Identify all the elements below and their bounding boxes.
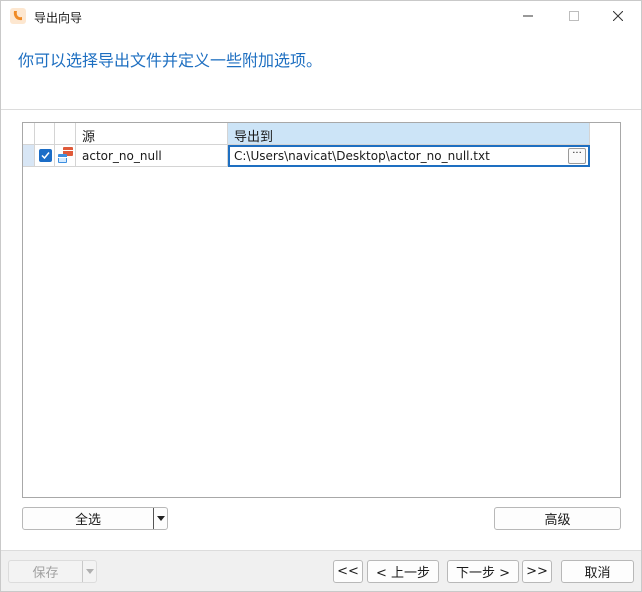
browse-button[interactable]: ··· bbox=[568, 148, 586, 164]
chevron-down-icon bbox=[85, 569, 94, 574]
export-path-value[interactable]: C:\Users\navicat\Desktop\actor_no_null.t… bbox=[234, 149, 490, 163]
column-header-export-to[interactable]: 导出到 bbox=[228, 123, 590, 145]
header-divider bbox=[1, 109, 641, 110]
last-step-label: >> bbox=[526, 564, 548, 579]
navicat-logo-icon bbox=[10, 8, 26, 24]
save-button[interactable]: 保存 bbox=[8, 560, 97, 583]
header-check-cell bbox=[35, 123, 55, 145]
next-step-label: 下一步 > bbox=[455, 566, 511, 581]
column-header-source[interactable]: 源 bbox=[76, 123, 228, 145]
close-icon bbox=[613, 11, 623, 21]
header-icon-cell bbox=[55, 123, 76, 145]
previous-step-label: < 上一步 bbox=[375, 566, 431, 581]
row-checkbox[interactable] bbox=[39, 149, 52, 162]
source-cell[interactable]: actor_no_null bbox=[76, 145, 228, 167]
window-title: 导出向导 bbox=[34, 11, 83, 25]
first-step-label: << bbox=[337, 564, 359, 579]
maximize-icon bbox=[569, 11, 579, 21]
table-icon bbox=[58, 147, 73, 163]
advanced-label: 高级 bbox=[544, 513, 571, 528]
advanced-button[interactable]: 高级 bbox=[494, 507, 621, 530]
save-label: 保存 bbox=[32, 566, 59, 581]
export-file-grid[interactable]: 源 导出到 actor_no_null C:\Users\navicat\Des… bbox=[22, 122, 621, 498]
cancel-label: 取消 bbox=[584, 566, 611, 581]
column-header-export-to-label: 导出到 bbox=[234, 130, 274, 145]
minimize-icon bbox=[523, 15, 533, 17]
row-indicator[interactable] bbox=[23, 145, 35, 167]
minimize-button[interactable] bbox=[505, 1, 551, 31]
close-button[interactable] bbox=[595, 1, 641, 31]
previous-step-button[interactable]: < 上一步 bbox=[367, 560, 439, 583]
select-all-label: 全选 bbox=[74, 513, 101, 528]
instruction-heading: 你可以选择导出文件并定义一些附加选项。 bbox=[18, 51, 323, 70]
checkmark-icon bbox=[41, 152, 50, 160]
chevron-down-icon bbox=[156, 516, 165, 521]
select-all-button[interactable]: 全选 bbox=[22, 507, 168, 530]
row-icon-cell bbox=[55, 145, 76, 167]
cancel-button[interactable]: 取消 bbox=[561, 560, 634, 583]
save-dropdown[interactable] bbox=[82, 561, 96, 582]
header-indicator-cell bbox=[23, 123, 35, 145]
maximize-button bbox=[551, 1, 597, 31]
next-step-button[interactable]: 下一步 > bbox=[447, 560, 519, 583]
export-path-cell[interactable]: C:\Users\navicat\Desktop\actor_no_null.t… bbox=[228, 145, 590, 167]
export-wizard-window: 导出向导 你可以选择导出文件并定义一些附加选项。 源 导出到 actor_no_… bbox=[0, 0, 642, 592]
title-bar: 导出向导 bbox=[1, 1, 641, 31]
last-step-button[interactable]: >> bbox=[522, 560, 552, 583]
footer-bar: 保存 << < 上一步 下一步 > >> 取消 bbox=[1, 550, 641, 591]
column-header-source-label: 源 bbox=[82, 130, 96, 145]
select-all-dropdown[interactable] bbox=[153, 508, 167, 529]
row-checkbox-cell[interactable] bbox=[35, 145, 55, 167]
source-name: actor_no_null bbox=[82, 149, 162, 163]
first-step-button[interactable]: << bbox=[333, 560, 363, 583]
